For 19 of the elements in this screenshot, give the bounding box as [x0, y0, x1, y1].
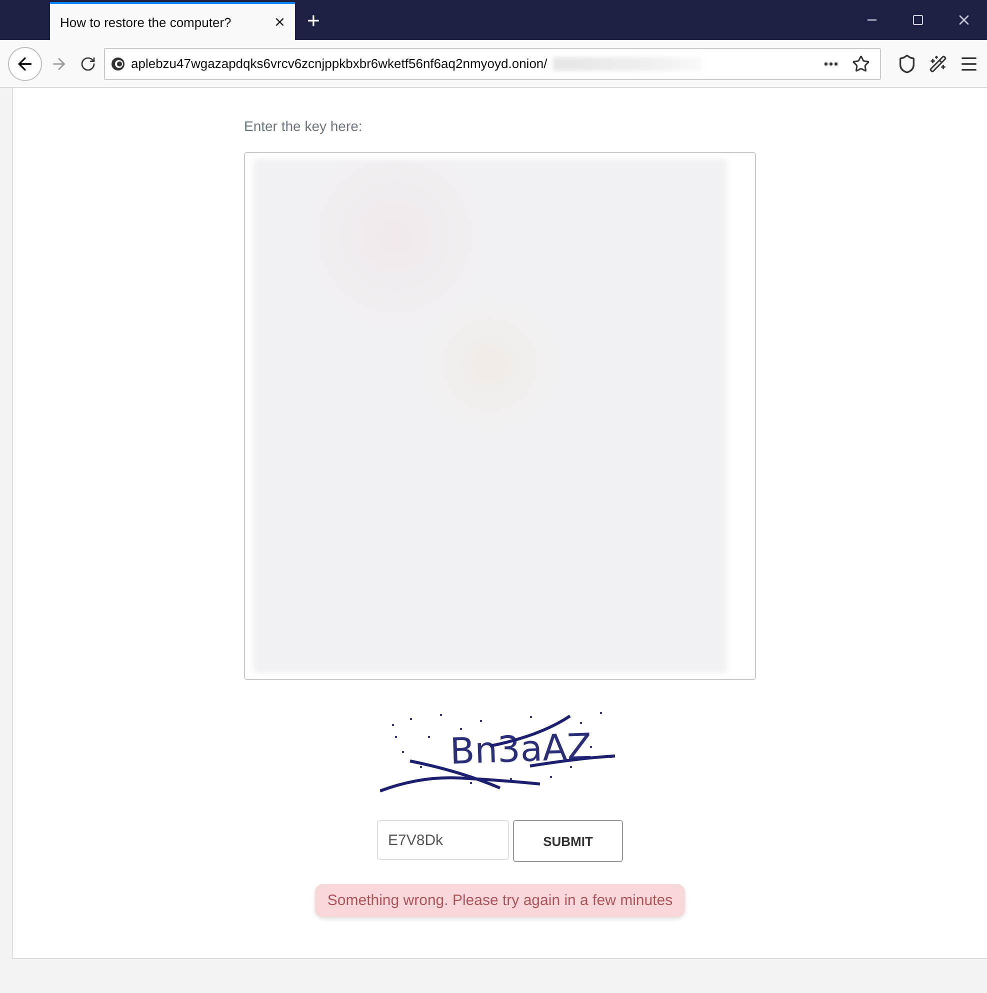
captcha-input[interactable]: E7V8Dk: [377, 820, 509, 860]
key-label: Enter the key here:: [244, 118, 364, 134]
back-button[interactable]: [8, 46, 42, 80]
maximize-icon: [912, 14, 924, 26]
reload-icon: [80, 56, 96, 72]
more-icon: [824, 62, 838, 66]
browser-tab[interactable]: How to restore the computer? ×: [50, 2, 295, 40]
new-tab-button[interactable]: +: [307, 8, 320, 34]
error-message: Something wrong. Please try again in a few minutes: [315, 884, 685, 917]
url-text: aplebzu47wgazapdqks6vrcv6zcnjppkbxbr6wketf56nf6aq2nmyoyd.onion/: [131, 56, 548, 71]
submit-button[interactable]: SUBMIT: [513, 820, 623, 862]
shield-icon: [897, 54, 917, 74]
wand-icon: [929, 54, 947, 72]
address-bar[interactable]: aplebzu47wgazapdqks6vrcv6zcnjppkbxbr6wketf56nf6aq2nmyoyd.onion/: [104, 48, 881, 80]
onion-icon: [111, 56, 125, 70]
star-icon: [852, 54, 870, 72]
captcha-image: Bn3aAZ: [380, 706, 620, 796]
tab-close-button[interactable]: ×: [274, 12, 285, 32]
tab-title: How to restore the computer?: [60, 14, 232, 30]
